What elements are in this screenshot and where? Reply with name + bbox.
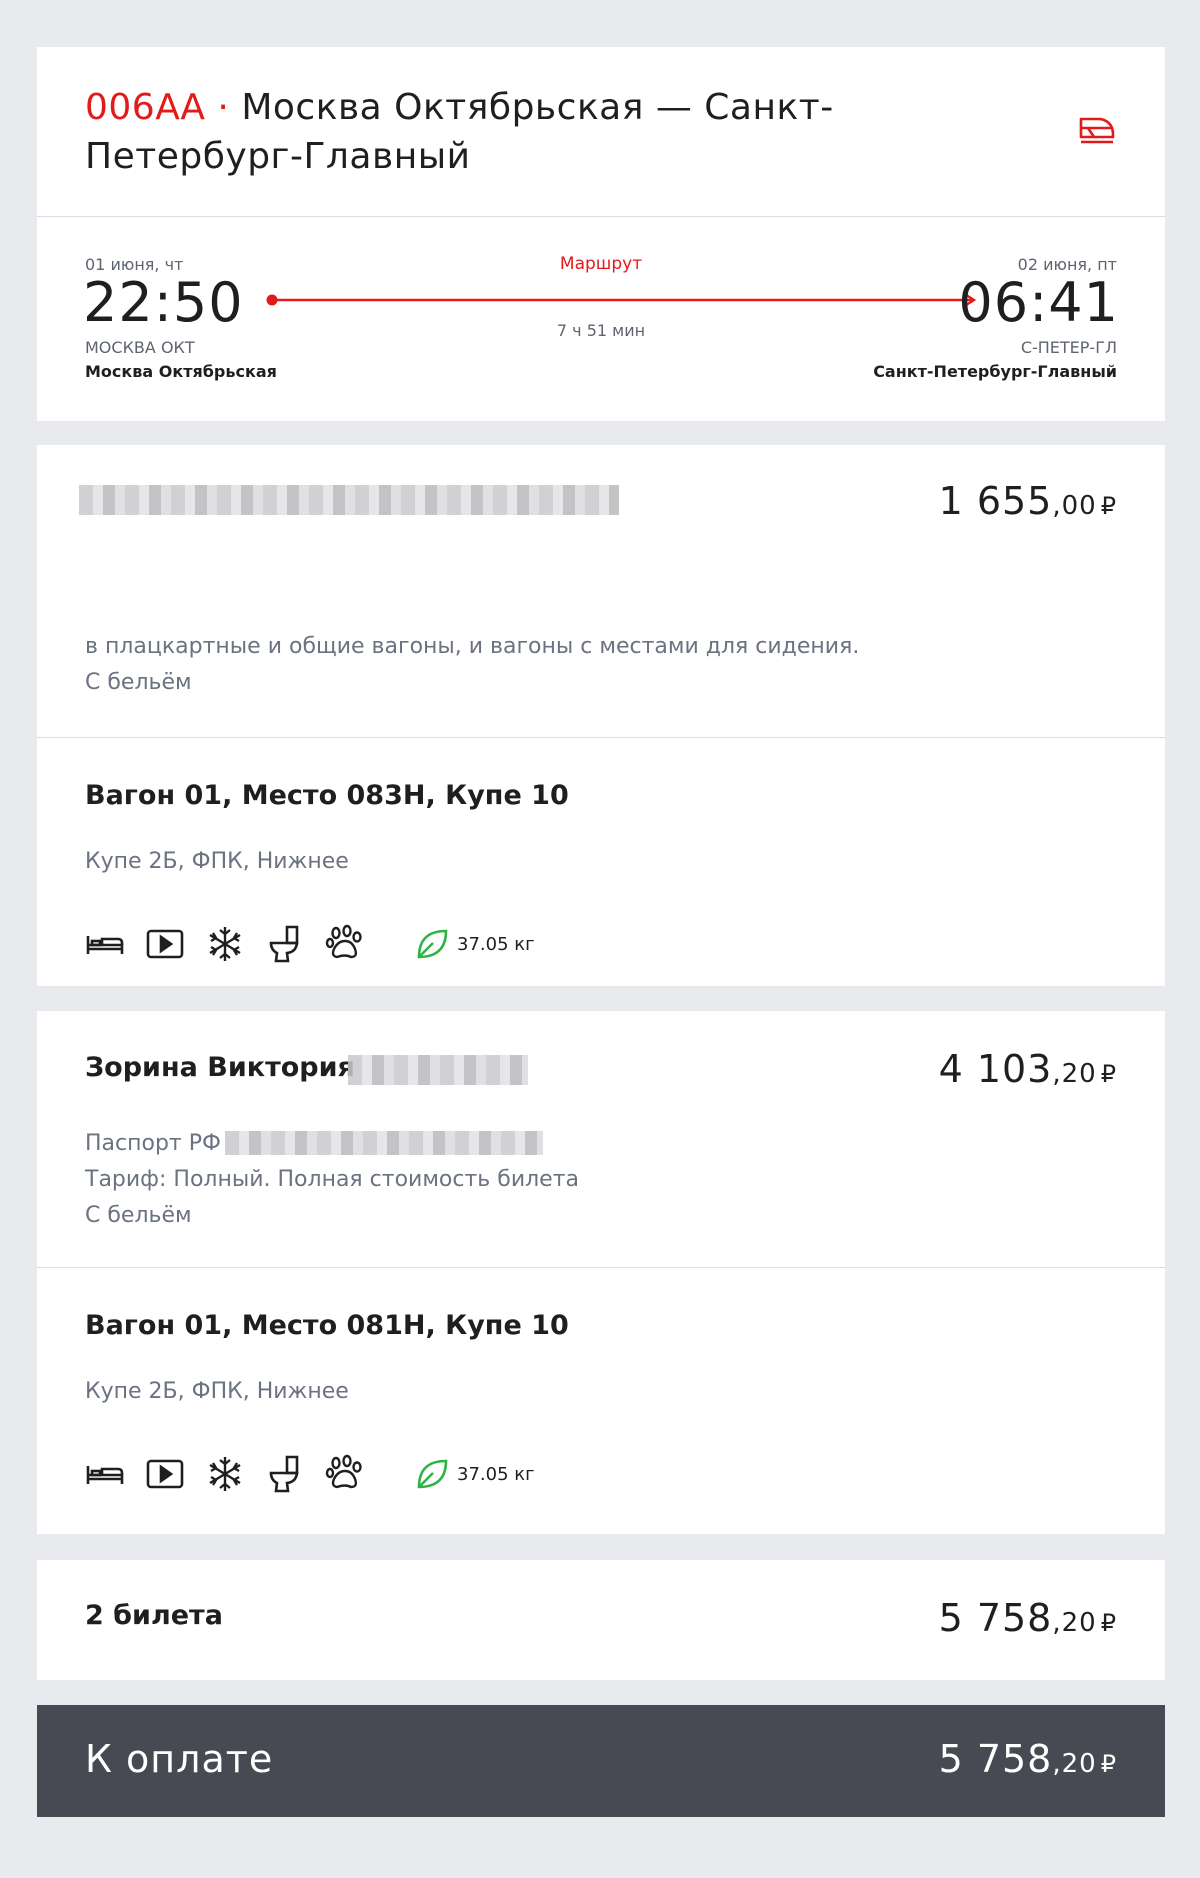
arrival-code: С-ПЕТЕР-ГЛ <box>1020 338 1117 357</box>
departure-code: МОСКВА ОКТ <box>85 338 195 357</box>
eco-value: 37.05 кг <box>457 1463 535 1485</box>
currency-sign: ₽ <box>1100 1060 1117 1088</box>
snowflake-icon <box>205 1454 245 1494</box>
pay-amount: 5 758,20 ₽ <box>939 1737 1117 1781</box>
eco-footprint: 37.05 кг <box>415 1457 535 1491</box>
price-cents: ,20 <box>1052 1059 1097 1089</box>
paw-icon <box>325 924 365 964</box>
price-main: 5 758 <box>938 1737 1053 1781</box>
car-type: Купе 2Б, ФПК, Нижнее <box>85 1379 349 1404</box>
currency-sign: ₽ <box>1100 492 1117 520</box>
video-icon <box>145 1454 185 1494</box>
bed-icon <box>85 924 125 964</box>
price-main: 5 758 <box>938 1596 1053 1640</box>
paw-icon <box>325 1454 365 1494</box>
summary-price: 5 758,20 ₽ <box>939 1596 1117 1640</box>
header-divider <box>37 216 1165 217</box>
route-arrow-icon <box>266 292 977 308</box>
passenger-name-text: Зорина Виктория <box>85 1052 355 1083</box>
passenger-card: Зорина Виктория 4 103,20 ₽ Паспорт РФ Тар… <box>37 1011 1165 1534</box>
video-icon <box>145 924 185 964</box>
toilet-icon <box>265 924 305 964</box>
price-cents: ,20 <box>1052 1608 1097 1638</box>
passenger-divider <box>37 1267 1165 1268</box>
train-logo-icon <box>1078 115 1116 145</box>
passenger-divider <box>37 737 1165 738</box>
passenger-surname-redacted <box>348 1055 528 1085</box>
passenger-name-redacted <box>79 485 619 515</box>
price-cents: ,20 <box>1052 1749 1097 1779</box>
trip-card: 006АА · Москва Октябрьская — Санкт-Петер… <box>37 47 1165 421</box>
passenger-card: 1 655,00 ₽ в плацкартные и общие вагоны, … <box>37 445 1165 986</box>
bedding-note: С бельём <box>85 670 192 695</box>
toilet-icon <box>265 1454 305 1494</box>
snowflake-icon <box>205 924 245 964</box>
price-main: 1 655 <box>938 479 1053 523</box>
currency-sign: ₽ <box>1100 1750 1117 1778</box>
bed-icon <box>85 1454 125 1494</box>
passport-label: Паспорт РФ <box>85 1131 221 1156</box>
pay-button[interactable]: К оплате 5 758,20 ₽ <box>37 1705 1165 1817</box>
tickets-count: 2 билета <box>85 1600 223 1631</box>
train-title: 006АА · Москва Октябрьская — Санкт-Петер… <box>85 83 905 181</box>
passenger-price: 4 103,20 ₽ <box>939 1047 1117 1091</box>
seat-title: Вагон 01, Место 083Н, Купе 10 <box>85 780 569 811</box>
seat-title: Вагон 01, Место 081Н, Купе 10 <box>85 1310 569 1341</box>
tariff-note: Тариф: Полный. Полная стоимость билета <box>85 1167 580 1192</box>
bedding-note: С бельём <box>85 1203 192 1228</box>
departure-station: Москва Октябрьская <box>85 362 277 381</box>
tickets-summary: 2 билета 5 758,20 ₽ <box>37 1560 1165 1680</box>
leaf-icon <box>417 1459 448 1489</box>
price-main: 4 103 <box>938 1047 1053 1091</box>
price-cents: ,00 <box>1052 491 1097 521</box>
arrival-station: Санкт-Петербург-Главный <box>873 362 1117 381</box>
currency-sign: ₽ <box>1100 1609 1117 1637</box>
pay-label: К оплате <box>85 1737 274 1781</box>
train-number: 006АА <box>85 87 206 128</box>
eco-footprint: 37.05 кг <box>415 927 535 961</box>
amenities-row: 37.05 кг <box>85 924 535 964</box>
car-type: Купе 2Б, ФПК, Нижнее <box>85 849 349 874</box>
passenger-name: Зорина Виктория <box>85 1050 355 1086</box>
amenities-row: 37.05 кг <box>85 1454 535 1494</box>
arrival-time: 06:41 <box>958 271 1119 334</box>
tariff-note: в плацкартные и общие вагоны, и вагоны с… <box>85 634 860 659</box>
title-separator: · <box>217 87 230 128</box>
leaf-icon <box>417 929 448 959</box>
eco-value: 37.05 кг <box>457 933 535 955</box>
passenger-price: 1 655,00 ₽ <box>939 479 1117 523</box>
passport-number-redacted <box>225 1131 543 1155</box>
